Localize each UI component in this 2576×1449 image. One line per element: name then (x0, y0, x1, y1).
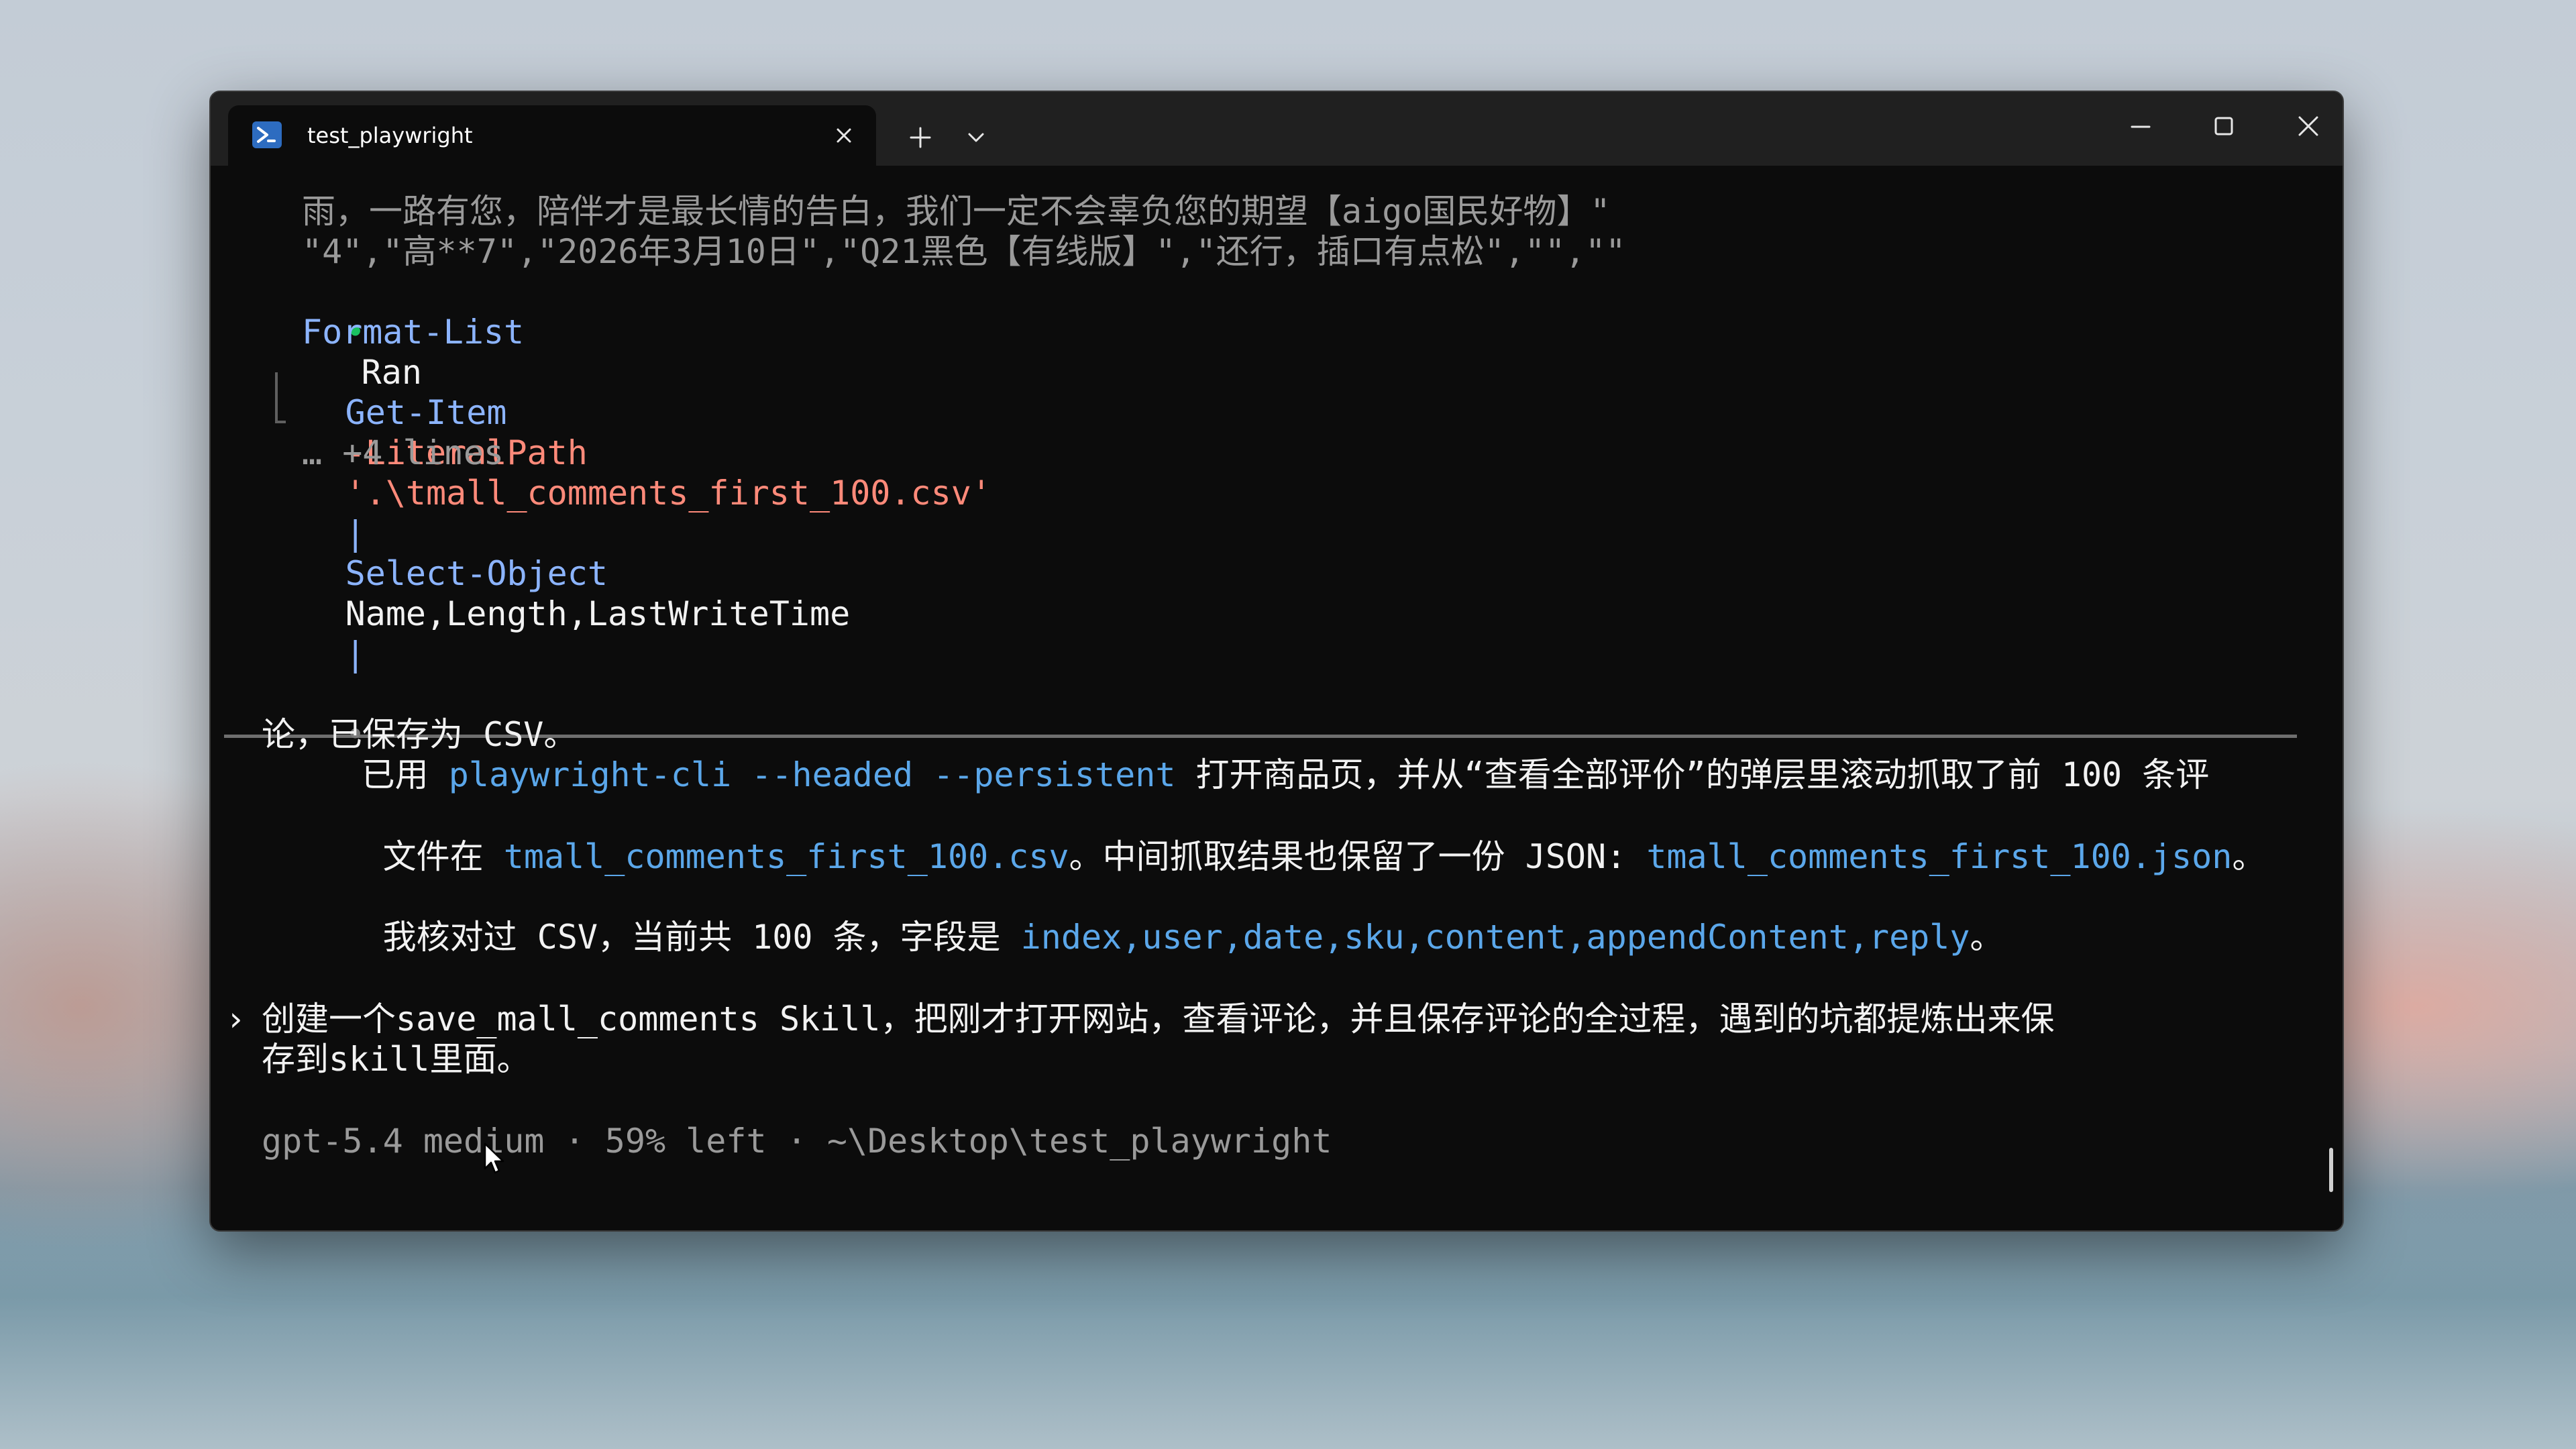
tree-connector (275, 372, 278, 423)
wallpaper-lake (0, 1194, 2576, 1449)
path-argument: '.\tmall_comments_first_100.csv' (345, 474, 991, 513)
tab-test-playwright[interactable]: test_playwright (228, 105, 876, 166)
json-filename: tmall_comments_first_100.json (1646, 837, 2233, 876)
csv-tail-line-1: 雨，一路有您，陪伴才是最长情的告白，我们一定不会辜负您的期望【aigo国民好物】… (302, 192, 1611, 231)
csv-fields: index,user,date,sku,content,appendConten… (1020, 918, 1970, 957)
select-args: Name,Length,LastWriteTime (345, 594, 851, 633)
terminal-window: test_playwright 雨，一路有您，陪伴才是最长情的告白，我们一定不会… (209, 91, 2344, 1232)
mouse-cursor-icon (484, 1142, 504, 1174)
status-line: gpt-5.4 medium · 59% left · ~\Desktop\te… (262, 1122, 1332, 1161)
reply-p3-prefix: 我核对过 CSV，当前共 100 条，字段是 (382, 918, 1021, 957)
ran-label: Ran (361, 353, 422, 392)
title-bar[interactable]: test_playwright (211, 92, 2343, 166)
more-lines-indicator[interactable]: … +4 lines (302, 433, 504, 473)
cmd-get-item: Get-Item (345, 393, 507, 432)
pipe-1: | (345, 514, 366, 553)
reply-p2-suffix: 。 (2232, 837, 2266, 876)
close-icon[interactable] (832, 123, 856, 148)
minimize-icon[interactable] (2104, 103, 2178, 150)
prompt-chevron: › (225, 1000, 246, 1038)
terminal-output[interactable]: 雨，一路有您，陪伴才是最长情的告白，我们一定不会辜负您的期望【aigo国民好物】… (211, 166, 2343, 1230)
maximize-icon[interactable] (2187, 103, 2261, 150)
close-icon[interactable] (2271, 103, 2344, 150)
prompt-input-line-2[interactable]: 存到skill里面。 (262, 1039, 531, 1079)
csv-tail-line-2: "4","高**7","2026年3月10日","Q21黑色【有线版】","还行… (302, 232, 1626, 271)
pipe-2: | (345, 635, 366, 674)
tab-title: test_playwright (307, 123, 473, 148)
tree-connector-end (275, 421, 286, 423)
prompt-input-line-1[interactable]: 创建一个save_mall_comments Skill，把刚才打开网站，查看评… (262, 999, 2054, 1039)
cmd-select-object: Select-Object (345, 554, 608, 593)
csv-filename: tmall_comments_first_100.csv (503, 837, 1069, 876)
cmd-format-list: Format-List (302, 313, 525, 352)
scrollbar-thumb[interactable] (2329, 1148, 2333, 1192)
reply-p1-line-2: 论，已保存为 CSV。 (262, 715, 578, 754)
reply-p1-prefix: 已用 (361, 755, 449, 794)
chevron-down-icon[interactable] (953, 116, 1000, 159)
reply-p2-prefix: 文件在 (382, 837, 504, 876)
reply-paragraph-3: 我核对过 CSV，当前共 100 条，字段是 index,user,date,s… (262, 877, 2004, 998)
reply-p1-code: playwright-cli --headed --persistent (448, 755, 1176, 794)
powershell-icon (252, 121, 282, 148)
plus-icon[interactable] (895, 116, 946, 159)
reply-p1-suffix: 打开商品页，并从“查看全部评价”的弹层里滚动抓取了前 100 条评 (1175, 755, 2210, 794)
reply-p3-suffix: 。 (1970, 918, 2004, 957)
reply-p2-mid: 。中间抓取结果也保留了一份 JSON: (1069, 837, 1647, 876)
